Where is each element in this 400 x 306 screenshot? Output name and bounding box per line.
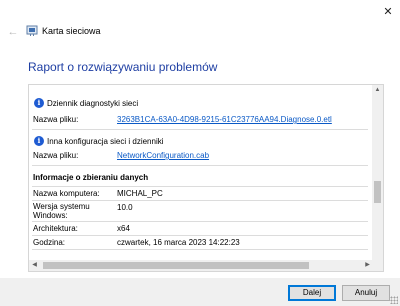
vertical-scroll-thumb[interactable]	[374, 181, 381, 203]
divider	[32, 200, 368, 201]
button-bar: Dalej Anuluj	[0, 278, 400, 306]
time-value: czwartek, 16 marca 2023 14:22:23	[117, 238, 240, 247]
section-title-diagnostic-log: Dziennik diagnostyki sieci	[47, 99, 139, 108]
scrollbar-corner	[372, 260, 383, 271]
navigation-bar: ← Karta sieciowa	[0, 22, 400, 42]
scroll-up-arrow-icon[interactable]: ▲	[372, 85, 383, 96]
network-adapter-icon	[26, 25, 38, 36]
resize-grip-icon[interactable]	[390, 296, 398, 304]
computer-name-value: MICHAL_PC	[117, 189, 163, 198]
info-icon: i	[34, 98, 44, 108]
info-icon: i	[34, 136, 44, 146]
divider	[32, 235, 368, 236]
windows-version-label: Wersja systemu Windows:	[33, 202, 90, 220]
architecture-label: Architektura:	[33, 224, 78, 233]
horizontal-scrollbar[interactable]: ◀ ▶	[29, 260, 373, 271]
file-name-label: Nazwa pliku:	[33, 151, 79, 160]
divider	[32, 186, 368, 187]
cancel-button[interactable]: Anuluj	[342, 285, 390, 301]
next-button[interactable]: Dalej	[288, 285, 336, 301]
back-arrow-icon[interactable]: ←	[5, 24, 21, 40]
report-panel[interactable]: i Dziennik diagnostyki sieci Nazwa pliku…	[28, 84, 384, 272]
horizontal-scroll-thumb[interactable]	[43, 262, 309, 269]
vertical-scrollbar[interactable]: ▲ ▼	[372, 85, 383, 271]
divider	[32, 129, 368, 130]
collection-header: Informacje o zbieraniu danych	[33, 173, 149, 182]
computer-name-label: Nazwa komputera:	[33, 189, 100, 198]
divider	[32, 165, 368, 166]
file-name-label: Nazwa pliku:	[33, 115, 79, 124]
window-title: Karta sieciowa	[42, 26, 101, 36]
divider	[32, 221, 368, 222]
content-area: Raport o rozwiązywaniu problemów i Dzien…	[0, 48, 400, 278]
network-configuration-cab-link[interactable]: NetworkConfiguration.cab	[117, 151, 209, 160]
divider	[32, 249, 368, 250]
time-label: Godzina:	[33, 238, 66, 247]
architecture-value: x64	[117, 224, 130, 233]
section-title-network-config: Inna konfiguracja sieci i dzienniki	[47, 137, 164, 146]
diagnose-etl-link[interactable]: 3263B1CA-63A0-4D98-9215-61C23776AA94.Dia…	[117, 115, 332, 124]
scroll-left-arrow-icon[interactable]: ◀	[29, 260, 40, 271]
page-title: Raport o rozwiązywaniu problemów	[28, 60, 218, 74]
close-window-button[interactable]: ✕	[378, 2, 398, 22]
windows-version-value: 10.0	[117, 203, 133, 212]
